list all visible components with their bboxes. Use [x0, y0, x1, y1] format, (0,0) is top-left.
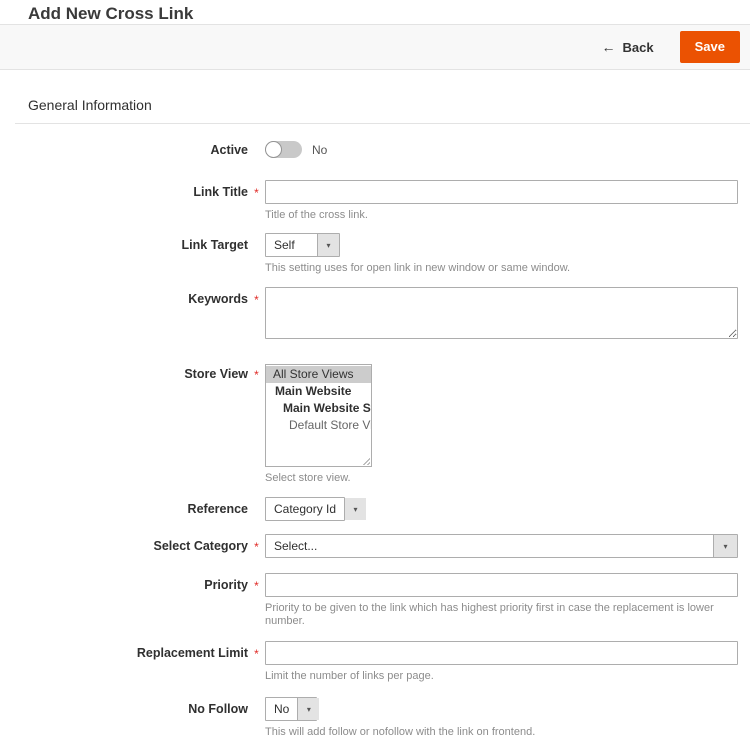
link-target-select[interactable]: Self ▾: [265, 233, 340, 257]
field-row-priority: Priority * Priority to be given to the l…: [0, 573, 738, 628]
resize-handle-icon[interactable]: [360, 455, 370, 465]
link-target-label: Link Target: [0, 233, 248, 253]
link-target-note: This setting uses for open link in new w…: [265, 262, 738, 275]
link-title-note: Title of the cross link.: [265, 209, 738, 222]
priority-required: *: [248, 573, 265, 593]
field-row-select-category: Select Category * Select... ▾: [0, 534, 738, 558]
active-toggle-knob: [265, 141, 282, 158]
chevron-down-icon: ▾: [344, 498, 366, 520]
save-button[interactable]: Save: [680, 31, 740, 63]
link-title-label: Link Title: [0, 180, 248, 200]
no-follow-label: No Follow: [0, 697, 248, 717]
priority-note: Priority to be given to the link which h…: [265, 602, 738, 628]
priority-label: Priority: [0, 573, 248, 593]
keywords-required: *: [248, 287, 265, 307]
reference-select[interactable]: Category Id ▾: [265, 497, 345, 521]
back-arrow-icon: ←: [602, 39, 616, 55]
field-row-no-follow: No Follow No ▾ This will add follow or n…: [0, 697, 738, 739]
replacement-limit-note: Limit the number of links per page.: [265, 670, 738, 683]
field-row-link-target: Link Target Self ▾ This setting uses for…: [0, 233, 738, 275]
active-toggle-state: No: [312, 143, 327, 157]
active-label: Active: [0, 141, 248, 158]
field-row-replacement-limit: Replacement Limit * Limit the number of …: [0, 641, 738, 683]
field-row-store-view: Store View * All Store Views Main Websit…: [0, 364, 738, 485]
field-row-keywords: Keywords *: [0, 287, 738, 344]
no-follow-note: This will add follow or nofollow with th…: [265, 726, 738, 739]
chevron-down-icon: ▾: [297, 698, 319, 720]
store-view-required: *: [248, 364, 265, 382]
reference-selected-value: Category Id: [266, 498, 344, 520]
store-view-note: Select store view.: [265, 472, 738, 485]
link-title-required: *: [248, 180, 265, 200]
store-view-multiselect[interactable]: All Store Views Main Website Main Websit…: [265, 364, 372, 467]
field-row-link-title: Link Title * Title of the cross link.: [0, 180, 738, 222]
no-follow-selected-value: No: [266, 698, 297, 720]
store-view-option-default-store-view[interactable]: Default Store View: [266, 417, 371, 434]
store-view-label: Store View: [0, 364, 248, 382]
back-button[interactable]: ← Back: [596, 38, 660, 56]
keywords-textarea[interactable]: [265, 287, 738, 339]
active-toggle[interactable]: [265, 141, 302, 158]
page-title: Add New Cross Link: [0, 0, 750, 21]
section-title: General Information: [15, 97, 750, 124]
replacement-limit-input[interactable]: [265, 641, 738, 665]
page-actions-toolbar: ← Back Save: [0, 24, 750, 70]
chevron-down-icon: ▾: [713, 535, 737, 557]
replacement-limit-required: *: [248, 641, 265, 661]
field-row-active: Active No: [0, 141, 738, 158]
select-category-dropdown[interactable]: Select... ▾: [265, 534, 738, 558]
select-category-required: *: [248, 534, 265, 554]
link-title-input[interactable]: [265, 180, 738, 204]
link-target-selected-value: Self: [266, 234, 317, 256]
select-category-selected-value: Select...: [266, 535, 713, 557]
replacement-limit-label: Replacement Limit: [0, 641, 248, 661]
back-button-label: Back: [623, 40, 654, 55]
priority-input[interactable]: [265, 573, 738, 597]
keywords-label: Keywords: [0, 287, 248, 307]
no-follow-select[interactable]: No ▾: [265, 697, 317, 721]
store-view-option-main-website[interactable]: Main Website: [266, 383, 371, 400]
chevron-down-icon: ▾: [317, 234, 339, 256]
select-category-label: Select Category: [0, 534, 248, 554]
field-row-reference: Reference Category Id ▾: [0, 497, 738, 521]
store-view-option-all[interactable]: All Store Views: [266, 366, 371, 383]
store-view-option-main-website-store[interactable]: Main Website Store: [266, 400, 371, 417]
cross-link-form: Active No Link Title * Title of the cros…: [0, 124, 750, 739]
reference-label: Reference: [0, 497, 248, 517]
